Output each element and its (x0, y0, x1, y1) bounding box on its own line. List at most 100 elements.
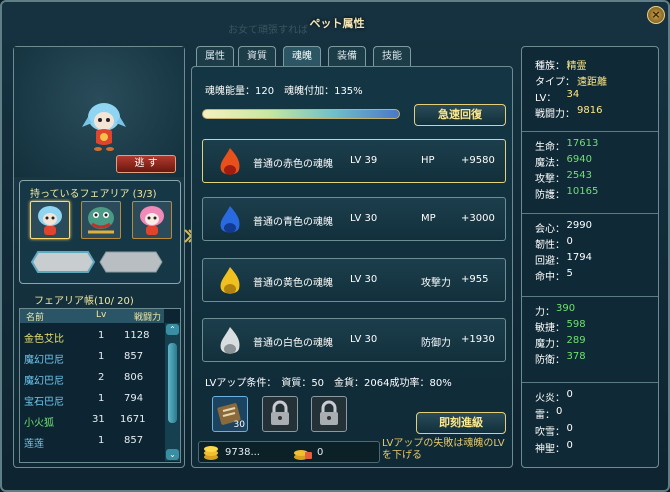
stat-value: 378 (566, 351, 586, 362)
soul-value: +3000 (461, 213, 495, 224)
soul-slot-yellow[interactable]: 普通の黄色の魂魄 LV 30 攻撃力 +955 (202, 258, 506, 302)
owned-fairies-title: 持っているフェアリア (3/3) (30, 189, 157, 200)
table-row[interactable]: 莲莲 1 857 (20, 432, 164, 452)
tab-soul[interactable]: 魂魄 (283, 46, 321, 66)
stat-label: 力： (535, 307, 555, 318)
stat-label: 韌性： (535, 240, 565, 251)
row-power: 806 (124, 372, 144, 383)
row-name: 小火狐 (24, 418, 54, 429)
table-row[interactable]: 金色艾比 1 1128 (20, 327, 164, 347)
locked-gold-amount: 0 (317, 447, 324, 458)
soul-value: +955 (461, 274, 489, 285)
window-title: ペット属性 (309, 17, 365, 30)
elements-section: 火炎： 0 雷： 0 吹雪： 0 神聖： 0 (522, 382, 658, 458)
row-power: 1128 (124, 330, 150, 341)
table-row[interactable]: 宝石巴尼 1 794 (20, 390, 164, 410)
owned-fairies-box: 持っているフェアリア (3/3) 回収 携帯 (19, 180, 206, 284)
stat-label: 命中： (535, 272, 565, 283)
scroll-down-icon[interactable]: ⌄ (166, 449, 179, 460)
gold-coin-icon (204, 446, 218, 460)
soul-slot-white[interactable]: 普通の白色の魂魄 LV 30 防御力 +1930 (202, 318, 506, 362)
fairy-dragon-icon (88, 207, 114, 234)
tab-skills[interactable]: 技能 (373, 46, 411, 66)
row-power: 857 (124, 351, 144, 362)
row-name: 金色艾比 (24, 334, 64, 345)
row-lv: 1 (98, 393, 105, 404)
gold-amount: 9738... (225, 447, 260, 458)
scrollbar[interactable]: ⌃ ⌄ (165, 323, 180, 461)
stat-value: 10165 (566, 186, 599, 197)
soul-energy-bar (202, 109, 400, 119)
stat-label: 吹雪： (535, 427, 565, 438)
table-header: 名前 Lv 戦闘力 (20, 309, 164, 323)
fairy-slot-3[interactable] (132, 201, 172, 239)
stat-value: 5 (566, 268, 573, 279)
title-bar[interactable]: お女て頑張すれば ペット属性 × (2, 2, 668, 36)
soul-level: LV 30 (350, 213, 378, 224)
stat-value: 0 (566, 389, 573, 400)
row-lv: 31 (92, 414, 105, 425)
stat-label: 魔法： (535, 158, 565, 169)
soul-level: LV 30 (350, 334, 378, 345)
locked-slot-1[interactable] (262, 396, 298, 432)
blue-soul-icon (220, 206, 240, 233)
attributes-section: 力： 390 敏捷： 598 魔力： 289 防衛： 378 (522, 296, 658, 368)
levelup-condition: LVアップ条件： 資質：50 金貨：2064成功率：80% (205, 378, 452, 389)
red-soul-icon (220, 148, 240, 175)
soul-name: 普通の黄色の魂魄 (253, 278, 333, 289)
material-count: 30 (233, 420, 245, 430)
tab-aptitude[interactable]: 資質 (238, 46, 276, 66)
lock-icon (320, 400, 338, 425)
carry-pedestal-icon (99, 251, 163, 273)
table-row[interactable]: 魔幻巴尼 1 857 (20, 348, 164, 368)
header-lv: Lv (96, 310, 107, 320)
stat-value: 0 (556, 406, 563, 417)
soul-stat: MP (421, 213, 436, 224)
quick-recover-button[interactable]: 急速回復 (414, 104, 506, 126)
release-button[interactable]: 逃 す (116, 155, 176, 173)
stat-label: 攻撃： (535, 174, 565, 185)
scroll-thumb[interactable] (168, 343, 177, 423)
table-row[interactable]: 小火狐 31 1671 (20, 411, 164, 431)
close-button[interactable]: × (647, 6, 665, 24)
header-name: 名前 (26, 313, 45, 323)
scroll-up-icon[interactable]: ⌃ (166, 324, 179, 335)
white-soul-icon (220, 327, 240, 354)
fairy-pink-icon (140, 206, 164, 235)
stat-label: 戦闘力： (535, 109, 575, 120)
table-row[interactable]: 魔幻巴尼 2 806 (20, 369, 164, 389)
locked-slot-2[interactable] (311, 396, 347, 432)
levelup-hint: LVアップの失敗は魂魄のLVを下げる (382, 438, 505, 461)
fairy-slot-1[interactable] (30, 201, 70, 239)
soul-level: LV 39 (350, 155, 378, 166)
fairy-slot-2[interactable] (81, 201, 121, 239)
tab-equipment[interactable]: 装備 (328, 46, 366, 66)
stat-value: 0 (566, 440, 573, 451)
material-slot[interactable]: 30 (212, 396, 248, 432)
stat-label: 火炎： (535, 393, 565, 404)
row-name: 莲莲 (24, 439, 44, 450)
stat-label: 防護： (535, 190, 565, 201)
stat-value: 390 (556, 303, 576, 314)
stat-label: 雷： (535, 410, 555, 421)
instant-upgrade-button[interactable]: 即刻進級 (416, 412, 506, 434)
stat-value: 0 (566, 423, 573, 434)
soul-name: 普通の赤色の魂魄 (253, 159, 333, 170)
stat-label: タイプ： (535, 77, 575, 88)
stat-label: 防衛： (535, 355, 565, 366)
recall-button[interactable]: 回収 (30, 248, 138, 276)
soul-slot-red[interactable]: 普通の赤色の魂魄 LV 39 HP +9580 (202, 139, 506, 183)
soul-energy-text: 魂魄能量：120 魂魄付加：135% (205, 86, 363, 97)
row-lv: 1 (98, 435, 105, 446)
fairy-book-title: フェアリア帳(10/ 20) (34, 296, 134, 307)
fairy-book-table: 名前 Lv 戦闘力 金色艾比 1 1128 魔幻巴尼 1 857 魔幻巴尼 2 806 宝石… (19, 308, 181, 463)
stat-value: 2543 (566, 170, 592, 181)
carry-button[interactable]: 携帯 (98, 248, 206, 276)
soul-level: LV 30 (350, 274, 378, 285)
tab-attributes[interactable]: 属性 (196, 46, 234, 66)
stat-label: 種族： (535, 61, 565, 72)
header-power: 戦闘力 (134, 313, 162, 323)
soul-stat: 防御力 (421, 338, 451, 349)
soul-slot-blue[interactable]: 普通の青色の魂魄 LV 30 MP +3000 (202, 197, 506, 241)
stat-value: 1794 (566, 252, 592, 263)
